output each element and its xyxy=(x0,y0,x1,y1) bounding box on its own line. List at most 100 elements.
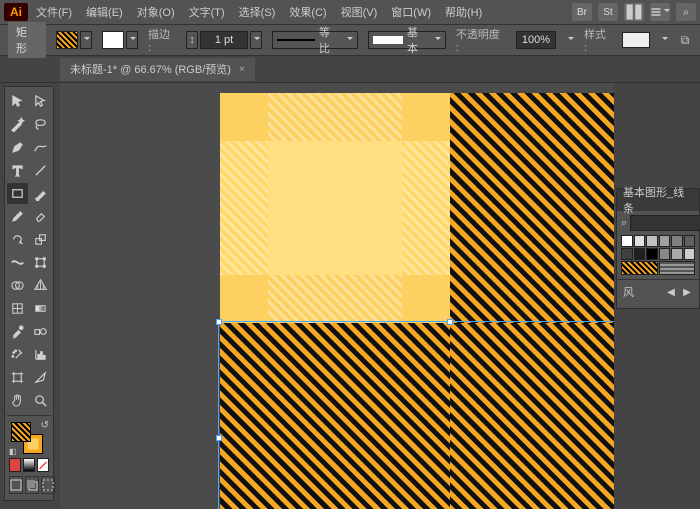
gradient-tool[interactable] xyxy=(30,298,51,319)
swatch[interactable] xyxy=(646,248,658,260)
panel-title: 基本图形_线条 xyxy=(623,184,693,216)
profile-line-icon xyxy=(277,39,315,41)
profile-label: 等比 xyxy=(319,24,341,56)
swatch[interactable] xyxy=(621,248,633,260)
swatch[interactable] xyxy=(684,235,696,247)
stroke-stepper-icon: ↕ xyxy=(186,31,198,49)
curvature-tool[interactable] xyxy=(30,137,51,158)
fill-color-swatch[interactable] xyxy=(11,422,31,442)
variable-width-profile[interactable]: 等比 xyxy=(272,31,358,49)
swatch[interactable] xyxy=(634,248,646,260)
plaid-tile[interactable] xyxy=(220,93,450,323)
panel-title-bar[interactable]: 基本图形_线条 xyxy=(617,189,699,211)
graphic-style-swatch[interactable] xyxy=(622,32,650,48)
pencil-tool[interactable] xyxy=(7,206,28,227)
eyedropper-tool[interactable] xyxy=(7,321,28,342)
scale-tool[interactable] xyxy=(30,229,51,250)
color-mode-none[interactable] xyxy=(37,458,49,472)
hatch-tile-tr[interactable] xyxy=(450,93,614,323)
menu-right-cluster: Br St ⌕ xyxy=(572,3,696,21)
swatch[interactable] xyxy=(634,235,646,247)
stroke-weight-value[interactable]: 1 pt xyxy=(200,31,248,49)
swatch[interactable] xyxy=(684,248,696,260)
next-arrow-icon[interactable]: ▶ xyxy=(681,286,693,298)
rotate-tool[interactable] xyxy=(7,229,28,250)
opacity-value[interactable]: 100% xyxy=(516,31,556,49)
hatch-tile-br[interactable] xyxy=(450,323,614,509)
prev-arrow-icon[interactable]: ◀ xyxy=(665,286,677,298)
swatch[interactable] xyxy=(646,235,658,247)
magic-wand-tool[interactable] xyxy=(7,114,28,135)
rectangle-tool[interactable] xyxy=(7,183,28,204)
menu-select[interactable]: 选择(S) xyxy=(233,1,282,23)
shape-builder-tool[interactable] xyxy=(7,275,28,296)
lasso-tool[interactable] xyxy=(30,114,51,135)
color-mode-solid[interactable] xyxy=(9,458,21,472)
hand-tool[interactable] xyxy=(7,390,28,411)
style-caret-icon[interactable] xyxy=(660,34,668,46)
symbol-sprayer-tool[interactable] xyxy=(7,344,28,365)
swap-fill-stroke-icon[interactable]: ↺ xyxy=(41,420,49,431)
tools-panel: ↺ ◧ xyxy=(4,86,54,501)
swatch[interactable] xyxy=(671,235,683,247)
mesh-tool[interactable] xyxy=(7,298,28,319)
canvas-area[interactable] xyxy=(60,83,614,509)
search-icon: ⌕ xyxy=(621,217,627,230)
stroke-weight-stepper[interactable]: ↕ 1 pt xyxy=(186,31,262,49)
stock-icon[interactable]: St xyxy=(598,3,618,21)
document-tab-bar: 未标题-1* @ 66.67% (RGB/预览) × xyxy=(0,56,700,83)
document-tab[interactable]: 未标题-1* @ 66.67% (RGB/预览) × xyxy=(60,58,255,81)
workspace-switcher-icon[interactable] xyxy=(650,3,670,21)
swatch[interactable] xyxy=(659,235,671,247)
fill-swatch-dropdown[interactable] xyxy=(56,31,92,49)
color-mode-gradient[interactable] xyxy=(23,458,35,472)
menu-type[interactable]: 文字(T) xyxy=(183,1,231,23)
blend-tool[interactable] xyxy=(30,321,51,342)
free-transform-tool[interactable] xyxy=(30,252,51,273)
opacity-label: 不透明度 : xyxy=(456,26,506,54)
selection-tool[interactable] xyxy=(7,91,28,112)
app-logo: Ai xyxy=(4,3,28,21)
paintbrush-tool[interactable] xyxy=(30,183,51,204)
menu-file[interactable]: 文件(F) xyxy=(30,1,78,23)
swatch[interactable] xyxy=(671,248,683,260)
document-tab-label: 未标题-1* @ 66.67% (RGB/预览) xyxy=(70,61,231,77)
type-tool[interactable] xyxy=(7,160,28,181)
search-icon[interactable]: ⌕ xyxy=(676,3,696,21)
stroke-swatch xyxy=(102,31,124,49)
width-tool[interactable] xyxy=(7,252,28,273)
bridge-icon[interactable]: Br xyxy=(572,3,592,21)
draw-normal-icon[interactable] xyxy=(9,476,23,494)
opacity-caret-icon[interactable] xyxy=(566,34,574,46)
zoom-tool[interactable] xyxy=(30,390,51,411)
draw-behind-icon[interactable] xyxy=(25,476,39,494)
eraser-tool[interactable] xyxy=(30,206,51,227)
brush-definition[interactable]: 基本 xyxy=(368,31,446,49)
menu-edit[interactable]: 编辑(E) xyxy=(80,1,129,23)
graph-tool[interactable] xyxy=(30,344,51,365)
swatch[interactable] xyxy=(659,248,671,260)
direct-selection-tool[interactable] xyxy=(30,91,51,112)
stroke-swatch-dropdown[interactable] xyxy=(102,31,138,49)
line-tool[interactable] xyxy=(30,160,51,181)
hatch-tile-bl[interactable] xyxy=(220,323,450,509)
swatch[interactable] xyxy=(659,261,696,275)
menu-help[interactable]: 帮助(H) xyxy=(439,1,488,23)
menu-effect[interactable]: 效果(C) xyxy=(283,1,332,23)
fill-stroke-control[interactable]: ↺ ◧ xyxy=(7,420,51,456)
menu-window[interactable]: 窗口(W) xyxy=(385,1,437,23)
swatch[interactable] xyxy=(621,261,658,275)
perspective-tool[interactable] xyxy=(30,275,51,296)
default-fill-stroke-icon[interactable]: ◧ xyxy=(9,447,17,456)
swatch[interactable] xyxy=(621,235,633,247)
slice-tool[interactable] xyxy=(30,367,51,388)
panel-search-input[interactable] xyxy=(630,215,700,231)
draw-inside-icon[interactable] xyxy=(41,476,55,494)
link-icon[interactable]: ⧉ xyxy=(678,32,692,48)
arrange-icon[interactable] xyxy=(624,3,644,21)
menu-view[interactable]: 视图(V) xyxy=(335,1,384,23)
pen-tool[interactable] xyxy=(7,137,28,158)
menu-object[interactable]: 对象(O) xyxy=(131,1,181,23)
artboard-tool[interactable] xyxy=(7,367,28,388)
close-icon[interactable]: × xyxy=(239,64,245,75)
